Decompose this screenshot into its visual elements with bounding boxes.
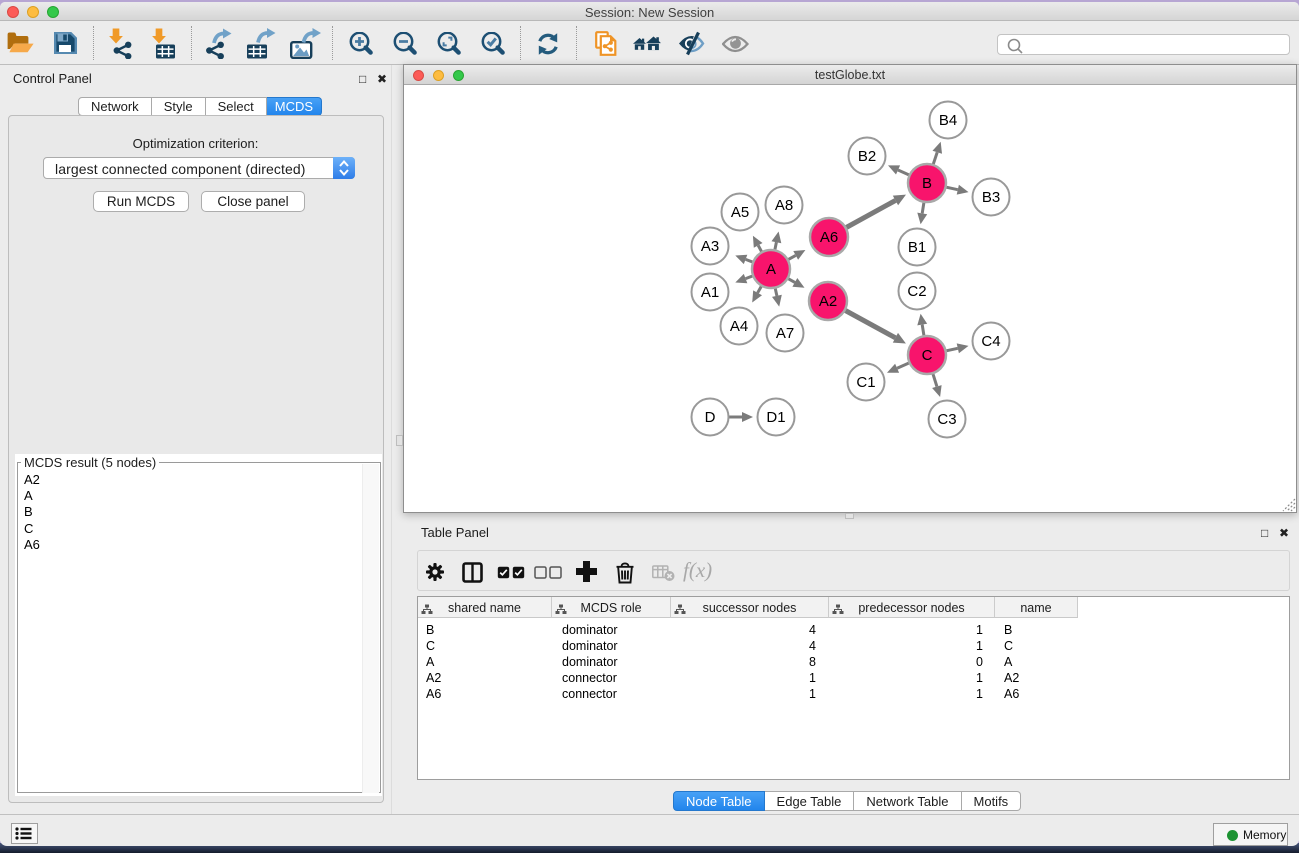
svg-text:A1: A1 xyxy=(701,284,719,301)
svg-text:B4: B4 xyxy=(939,112,957,129)
svg-text:C1: C1 xyxy=(856,374,875,391)
svg-text:B: B xyxy=(922,175,932,192)
svg-text:A: A xyxy=(766,261,776,278)
svg-text:A8: A8 xyxy=(775,197,793,214)
svg-text:A6: A6 xyxy=(820,229,838,246)
svg-text:D1: D1 xyxy=(766,409,785,426)
svg-text:A3: A3 xyxy=(701,238,719,255)
svg-text:A7: A7 xyxy=(776,325,794,342)
svg-text:B1: B1 xyxy=(908,239,926,256)
svg-text:C: C xyxy=(922,347,933,364)
svg-text:B2: B2 xyxy=(858,148,876,165)
svg-text:A4: A4 xyxy=(730,318,748,335)
svg-text:D: D xyxy=(705,409,716,426)
svg-text:C3: C3 xyxy=(937,411,956,428)
svg-text:C4: C4 xyxy=(981,333,1000,350)
svg-text:C2: C2 xyxy=(907,283,926,300)
svg-text:A5: A5 xyxy=(731,204,749,221)
svg-text:B3: B3 xyxy=(982,189,1000,206)
svg-text:A2: A2 xyxy=(819,293,837,310)
